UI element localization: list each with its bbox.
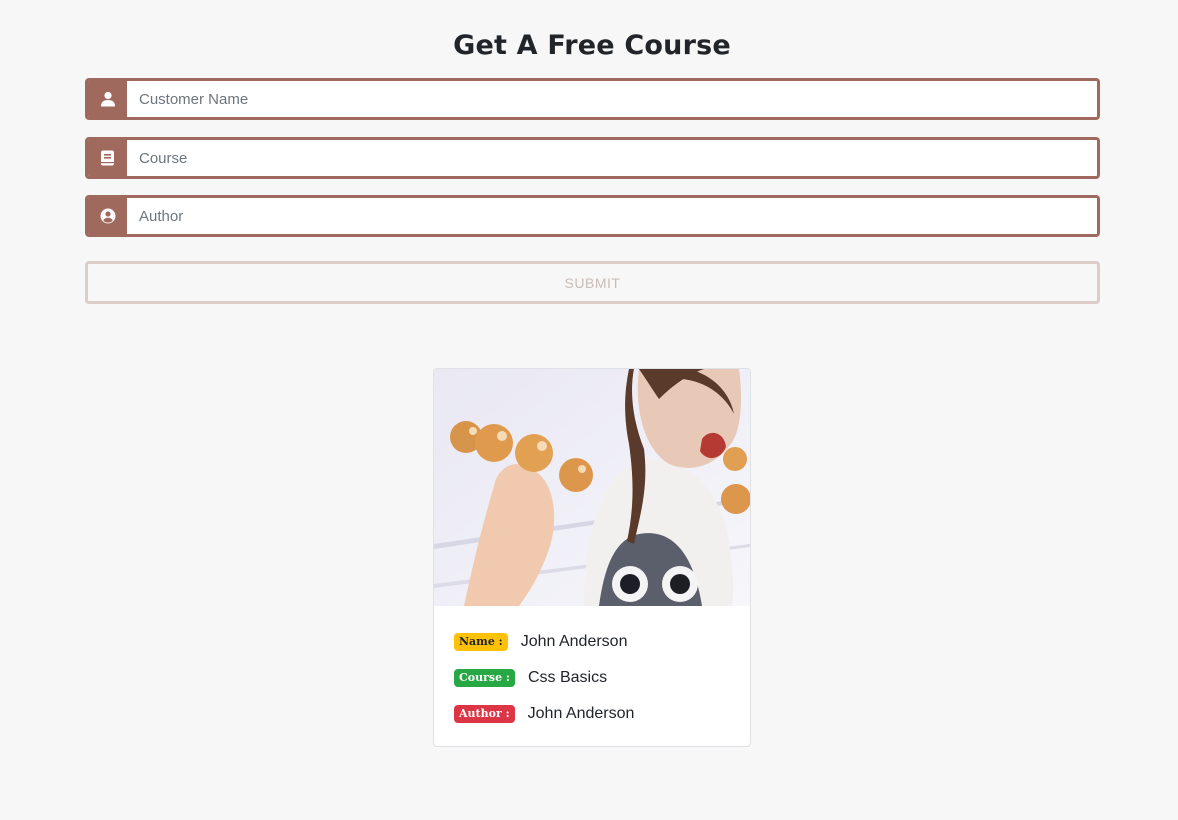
customer-name-input[interactable] [127, 81, 1097, 117]
submit-button[interactable]: SUBMIT [85, 261, 1100, 304]
course-input[interactable] [127, 140, 1097, 176]
page-title: Get A Free Course [453, 30, 731, 61]
author-badge: Author : [454, 705, 515, 723]
author-field [85, 195, 1100, 237]
book-icon [88, 140, 127, 176]
author-input[interactable] [127, 198, 1097, 234]
course-value: Css Basics [527, 669, 608, 686]
course-card: Name : John Anderson Course : Css Basics… [433, 368, 751, 747]
name-row: Name : John Anderson [454, 624, 730, 660]
card-photo [434, 369, 750, 606]
name-badge: Name : [454, 633, 508, 651]
customer-name-field [85, 78, 1100, 120]
user-icon [88, 81, 127, 117]
author-value: John Anderson [527, 705, 635, 722]
course-row: Course : Css Basics [454, 660, 730, 696]
author-row: Author : John Anderson [454, 696, 730, 732]
course-badge: Course : [454, 669, 515, 687]
name-value: John Anderson [520, 633, 628, 650]
user-circle-icon [88, 198, 127, 234]
course-field [85, 137, 1100, 179]
